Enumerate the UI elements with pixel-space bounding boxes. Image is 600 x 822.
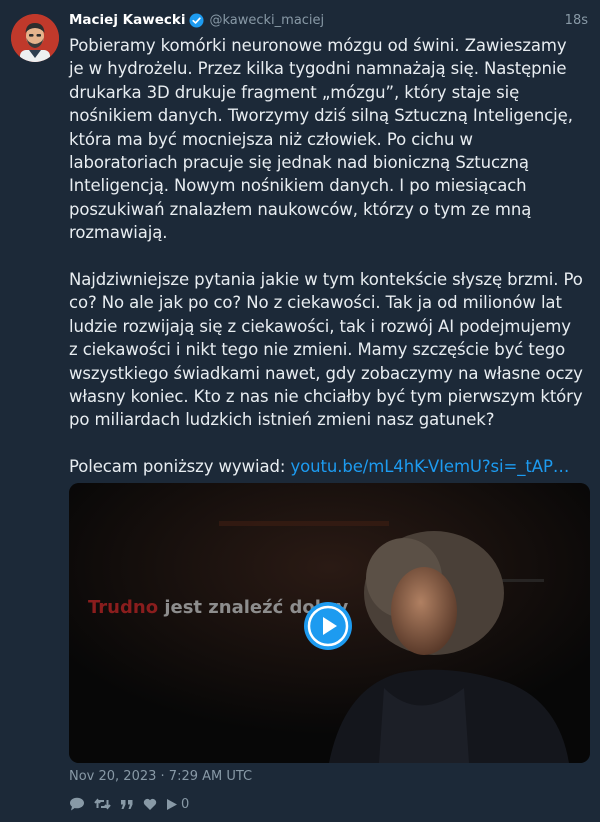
tweet-actions: 0 (69, 795, 198, 813)
video-caption-red: Trudno (88, 597, 159, 618)
tweet-timestamp[interactable]: 18s (565, 13, 588, 28)
views-button[interactable]: 0 (166, 797, 189, 812)
views-count: 0 (181, 796, 190, 812)
recommend-label: Polecam poniższy wywiad: (69, 457, 291, 477)
heart-icon (143, 798, 157, 810)
retweet-button[interactable] (94, 797, 111, 811)
avatar-image (11, 14, 59, 62)
verified-badge-icon (189, 12, 204, 28)
author-name[interactable]: Maciej Kawecki (69, 12, 185, 28)
like-button[interactable] (143, 798, 157, 811)
video-preview[interactable]: Trudno jest znaleźć dobry (69, 483, 590, 763)
play-views-icon (167, 798, 177, 810)
author-handle[interactable]: @kawecki_maciej (209, 13, 324, 28)
tweet-header: Maciej Kawecki @kawecki_maciej 18s (69, 10, 588, 30)
play-button[interactable] (304, 602, 352, 650)
tweet-recommendation: Polecam poniższy wywiad: youtu.be/mL4hK-… (69, 455, 595, 478)
reply-button[interactable] (69, 797, 85, 811)
reply-icon (70, 797, 84, 811)
retweet-icon (94, 798, 111, 810)
youtube-link[interactable]: youtu.be/mL4hK-VIemU?si=_tAP… (290, 457, 569, 476)
quote-icon (121, 799, 133, 809)
avatar[interactable] (11, 14, 59, 62)
tweet-date[interactable]: Nov 20, 2023 · 7:29 AM UTC (69, 769, 252, 784)
tweet-text: Pobieramy komórki neuronowe mózgu od świ… (69, 34, 595, 479)
tweet-paragraph-1: Pobieramy komórki neuronowe mózgu od świ… (69, 36, 573, 243)
play-icon (307, 605, 349, 647)
quote-button[interactable] (120, 798, 134, 811)
tweet-paragraph-2: Najdziwniejsze pytania jakie w tym konte… (69, 270, 583, 430)
